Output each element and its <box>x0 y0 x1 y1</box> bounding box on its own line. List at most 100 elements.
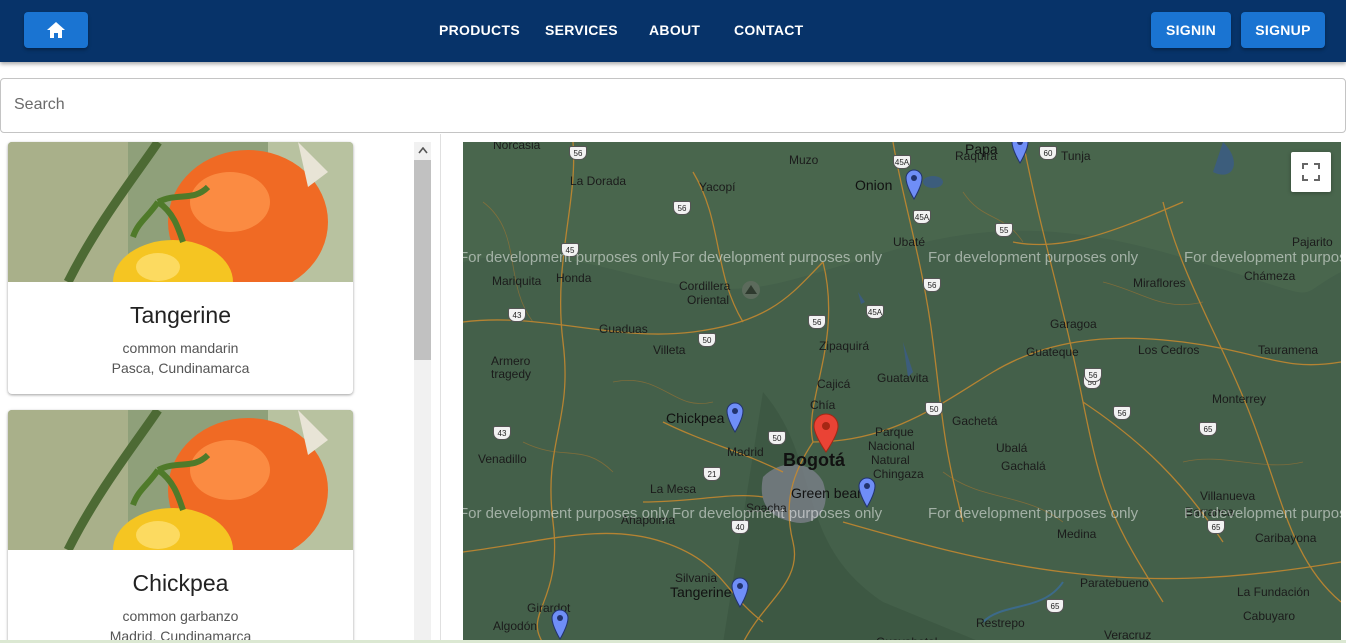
map-place-label: Cordillera <box>679 279 731 293</box>
signin-button[interactable]: SIGNIN <box>1151 12 1231 48</box>
road-shield: 40 <box>731 520 749 534</box>
map-place-label: Silvania <box>675 571 718 585</box>
signup-button[interactable]: SIGNUP <box>1241 12 1325 48</box>
product-marker-icon[interactable] <box>1011 142 1029 164</box>
map-place-label: Restrepo <box>976 616 1025 630</box>
map-place-label: La Mesa <box>650 482 697 496</box>
map-place-label: Algodón <box>493 619 538 633</box>
road-shield: 56 <box>923 278 941 292</box>
home-icon <box>47 22 65 38</box>
map-watermark: For development purposes only <box>672 249 883 266</box>
map-place-label: Yacopí <box>699 180 736 194</box>
map-place-label: La Dorada <box>570 174 627 188</box>
map-place-label: La Fundación <box>1237 585 1310 599</box>
map-place-label: Cajicá <box>817 377 851 391</box>
map-place-label: Villeta <box>653 343 686 357</box>
marker-label: Papa <box>965 142 998 157</box>
map-place-label: Cabuyaro <box>1243 609 1296 623</box>
marker-label: Onion <box>855 177 893 193</box>
road-shield: 65 <box>1046 599 1064 613</box>
marker-label: Green bean <box>791 485 865 501</box>
product-marker-icon[interactable] <box>858 476 876 508</box>
product-common-name: common mandarin <box>122 340 239 356</box>
home-button[interactable] <box>24 12 88 48</box>
road-shield: 43 <box>508 308 526 322</box>
map-place-label: Chingaza <box>873 467 924 481</box>
map-place-label: Monterrey <box>1212 392 1267 406</box>
nav-contact-link[interactable]: CONTACT <box>734 22 804 38</box>
product-marker-icon[interactable] <box>731 576 749 608</box>
map-place-label: Mariquita <box>492 274 542 288</box>
map-place-label: Caribayona <box>1255 531 1317 545</box>
map-watermark: For development purposes only <box>1184 505 1341 522</box>
road-shield: 45A <box>893 155 911 169</box>
mountain-icon <box>742 281 760 299</box>
road-shield: 50 <box>698 333 716 347</box>
map-watermark: For development purposes only <box>672 505 883 522</box>
map-place-label: Chámeza <box>1244 269 1296 283</box>
product-marker-icon[interactable] <box>726 401 744 433</box>
marker-label: Chickpea <box>666 410 725 426</box>
product-common-name: common garbanzo <box>122 608 239 624</box>
map-place-label: Tunja <box>1061 149 1091 163</box>
map-place-label: Miraflores <box>1133 276 1186 290</box>
fullscreen-icon <box>1302 163 1320 181</box>
map-place-label: Gachalá <box>1001 459 1046 473</box>
road-shield: 60 <box>1039 146 1057 160</box>
map-place-label: Armero <box>491 354 531 368</box>
product-card[interactable]: Chickpea common garbanzo Madrid, Cundina… <box>8 410 353 643</box>
map-terrain <box>463 142 1341 643</box>
map-place-label: tragedy <box>491 367 532 381</box>
product-marker-icon[interactable] <box>905 168 923 200</box>
nav-services-link[interactable]: SERVICES <box>545 22 618 38</box>
map-place-label: Ubaté <box>893 235 926 249</box>
road-shield: 56 <box>808 315 826 329</box>
map-watermark: For development purposes only <box>1184 249 1341 266</box>
map-watermark: For development purposes only <box>928 249 1139 266</box>
list-scrollbar-thumb[interactable] <box>414 160 431 360</box>
tomato-image <box>8 142 353 282</box>
product-location: Pasca, Cundinamarca <box>111 360 250 376</box>
search-field <box>0 78 1346 133</box>
location-marker-icon[interactable] <box>813 413 839 453</box>
map-place-label: Norcasia <box>493 142 541 152</box>
road-shield: 45A <box>866 305 884 319</box>
map-place-label: Honda <box>556 271 592 285</box>
road-shield: 43 <box>493 426 511 440</box>
product-list: Tangerine common mandarin Pasca, Cundina… <box>0 134 440 643</box>
product-marker-icon[interactable] <box>551 608 569 640</box>
map-place-label: Guatavita <box>877 371 929 385</box>
road-shield: 55 <box>995 223 1013 237</box>
map-watermark: For development purposes only <box>463 505 670 522</box>
product-card[interactable]: Tangerine common mandarin Pasca, Cundina… <box>8 142 353 394</box>
map-watermark: For development purposes only <box>928 505 1139 522</box>
map-place-label: Villanueva <box>1200 489 1256 503</box>
map-watermark: For development purposes only <box>463 249 670 266</box>
marker-label: Tangerine <box>670 584 732 600</box>
road-shield: 65 <box>1199 422 1217 436</box>
nav-about-link[interactable]: ABOUT <box>649 22 700 38</box>
road-shield: 56 <box>1113 406 1131 420</box>
top-app-bar: PRODUCTS SERVICES ABOUT CONTACT SIGNIN S… <box>0 0 1346 62</box>
search-input[interactable] <box>14 96 1314 114</box>
map-place-label: Ubalá <box>996 441 1028 455</box>
panel-divider <box>440 134 441 643</box>
map-place-label: Zipaquirá <box>819 339 870 353</box>
tomato-image <box>8 410 353 550</box>
fullscreen-button[interactable] <box>1291 152 1331 192</box>
road-shield: 56 <box>569 146 587 160</box>
map-place-label: Chía <box>810 398 836 412</box>
map-place-label: Guaduas <box>599 322 648 336</box>
product-name: Tangerine <box>129 302 232 328</box>
road-shield: 50 <box>768 431 786 445</box>
map-view[interactable]: Norcasia Muzo Raquira Tunja La Dorada Ya… <box>463 142 1341 643</box>
nav-products-link[interactable]: PRODUCTS <box>439 22 520 38</box>
map-place-label: Parque <box>875 425 914 439</box>
road-shield: 56 <box>673 201 691 215</box>
road-shield: 65 <box>1207 520 1225 534</box>
map-place-label: Venadillo <box>478 452 527 466</box>
map-place-label: Pajarito <box>1292 235 1333 249</box>
city-label: Bogotá <box>783 450 845 470</box>
map-place-label: Medina <box>1057 527 1097 541</box>
scroll-up-arrow-icon[interactable] <box>414 142 431 159</box>
